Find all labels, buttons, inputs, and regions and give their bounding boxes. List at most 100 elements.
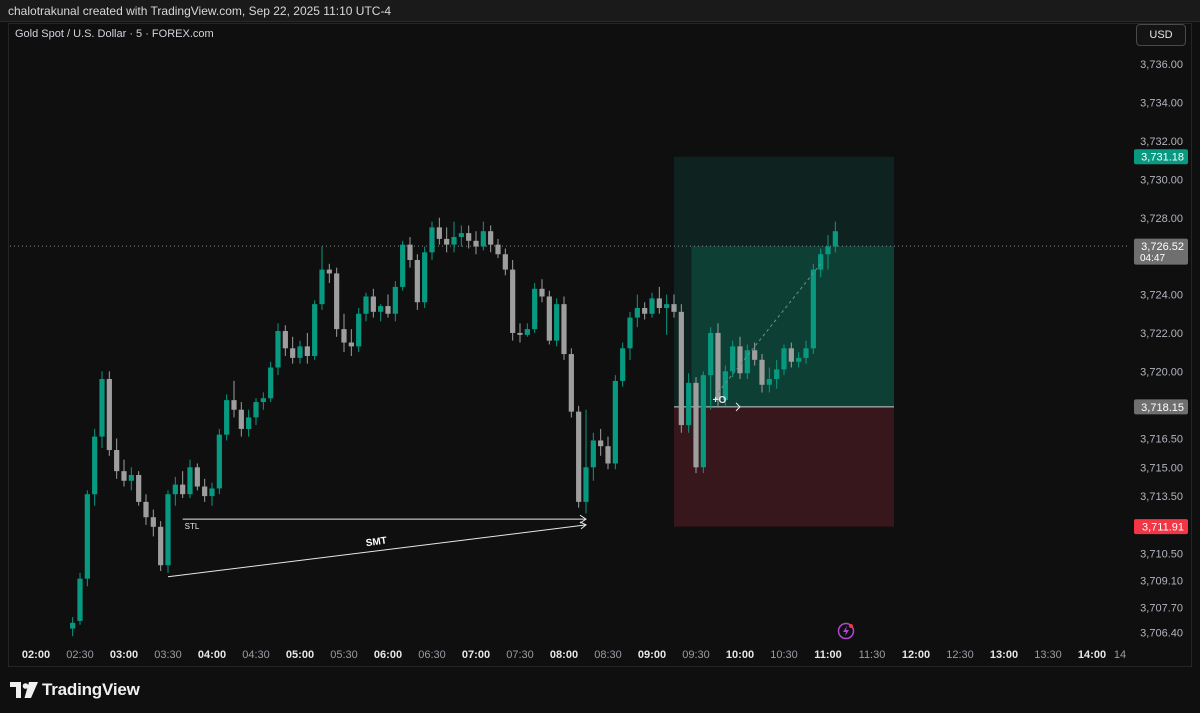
time-tick-label: 04:00: [198, 649, 226, 661]
time-tick-label: 14:00: [1078, 649, 1106, 661]
candle-body: [788, 348, 794, 362]
price-tick-label: 3,706.40: [1140, 627, 1183, 639]
candle-body: [209, 488, 215, 497]
candle-body: [84, 494, 90, 579]
candle-body: [106, 379, 112, 451]
candle-body: [246, 417, 252, 429]
price-tick-label: 3,730.00: [1140, 174, 1183, 186]
current-price-tag-countdown: 04:47: [1140, 253, 1165, 264]
candle-body: [392, 286, 398, 314]
lightning-bolt: [843, 626, 849, 636]
candle-body: [488, 231, 494, 245]
time-tick-label: 02:00: [22, 649, 50, 661]
candle-body: [400, 244, 406, 287]
candle-body: [378, 306, 384, 312]
candle-body: [730, 346, 736, 372]
tradingview-logo: TradingView: [10, 680, 140, 700]
candle-body: [546, 296, 552, 341]
price-tick-label: 3,713.50: [1140, 491, 1183, 503]
price-tick-label: 3,722.00: [1140, 328, 1183, 340]
candle-body: [656, 298, 662, 308]
time-tick-label: 07:00: [462, 649, 490, 661]
candle-body: [466, 233, 472, 241]
time-tick-label: 09:30: [682, 649, 710, 661]
candle-body: [238, 409, 244, 429]
time-tick-label: 08:30: [594, 649, 622, 661]
candle-body: [158, 526, 164, 566]
candle-body: [282, 331, 288, 349]
candle-body: [348, 342, 354, 347]
candle-body: [818, 254, 824, 270]
time-axis[interactable]: 02:00 02:30 03:00 03:30 04:00 04:30 05:00 05:30…: [22, 649, 1126, 661]
candle-body: [231, 400, 237, 410]
time-tick-label: 03:00: [110, 649, 138, 661]
candle-body: [627, 317, 633, 349]
candle-body: [634, 307, 640, 318]
price-axis[interactable]: 3,736.00 3,734.00 3,732.00 3,730.00 3,728.00…: [1134, 59, 1188, 639]
candle-body: [678, 311, 684, 426]
candle-body: [517, 332, 523, 335]
candle-body: [664, 304, 670, 308]
candle-body: [429, 227, 435, 253]
price-tick-label: 3,728.00: [1140, 213, 1183, 225]
candle-body: [510, 269, 516, 333]
time-tick-label: 12:00: [902, 649, 930, 661]
time-tick-label: 08:00: [550, 649, 578, 661]
candle-body: [136, 474, 142, 502]
candle-body: [554, 304, 560, 341]
candle-body: [436, 227, 442, 239]
currency-button[interactable]: USD: [1136, 24, 1186, 46]
time-tick-label: 10:00: [726, 649, 754, 661]
candle-body: [422, 252, 428, 303]
entry-price-tag: 3,718.15: [1141, 402, 1184, 414]
tradingview-logo-icon: [10, 682, 38, 698]
candle-body: [319, 269, 325, 305]
stop-zone: [674, 406, 894, 527]
time-tick-label: 02:30: [66, 649, 94, 661]
candle-body: [99, 379, 105, 437]
candle-body: [598, 440, 604, 447]
time-tick-label: 14: [1114, 649, 1126, 661]
footer: [0, 667, 1200, 713]
candle-body: [561, 304, 567, 355]
candle-body: [363, 296, 369, 314]
candle-body: [495, 244, 501, 255]
candle-body: [671, 304, 677, 312]
candle-body: [825, 246, 831, 255]
symbol-legend[interactable]: Gold Spot / U.S. Dollar · 5 · FOREX.com: [15, 28, 214, 40]
candle-body: [502, 254, 508, 270]
time-tick-label: 11:30: [859, 649, 886, 661]
profit-fill: [691, 246, 894, 407]
time-tick-label: 04:30: [242, 649, 270, 661]
candle-body: [524, 329, 530, 335]
time-tick-label: 13:30: [1034, 649, 1062, 661]
candle-body: [202, 486, 208, 497]
entry-marker: +O: [713, 395, 727, 406]
candle-body: [260, 398, 266, 403]
candle-body: [568, 354, 574, 412]
candle-body: [620, 348, 626, 381]
candle-body: [275, 331, 281, 368]
candle-body: [224, 400, 230, 435]
candlestick-chart[interactable]: STL SMT +O 3,736.00 3,734.00 3,732.00 3,730.…: [0, 0, 1200, 667]
candle-body: [121, 471, 127, 481]
price-tick-label: 3,736.00: [1140, 59, 1183, 71]
stl-label: STL: [185, 522, 200, 531]
candle-body: [150, 517, 156, 527]
candle-body: [407, 244, 413, 260]
candle-body: [70, 622, 76, 629]
candle-body: [356, 313, 362, 347]
price-tick-label: 3,720.00: [1140, 366, 1183, 378]
candle-body: [832, 231, 838, 247]
candle-body: [414, 259, 420, 303]
time-tick-label: 06:00: [374, 649, 402, 661]
candle-body: [312, 304, 318, 356]
candle-body: [290, 348, 296, 358]
candle-body: [165, 494, 171, 566]
candle-body: [172, 484, 178, 495]
candle-body: [759, 359, 765, 385]
candle-body: [774, 369, 780, 380]
candle-body: [451, 236, 457, 245]
price-tick-label: 3,709.10: [1140, 576, 1183, 588]
price-tick-label: 3,715.00: [1140, 462, 1183, 474]
